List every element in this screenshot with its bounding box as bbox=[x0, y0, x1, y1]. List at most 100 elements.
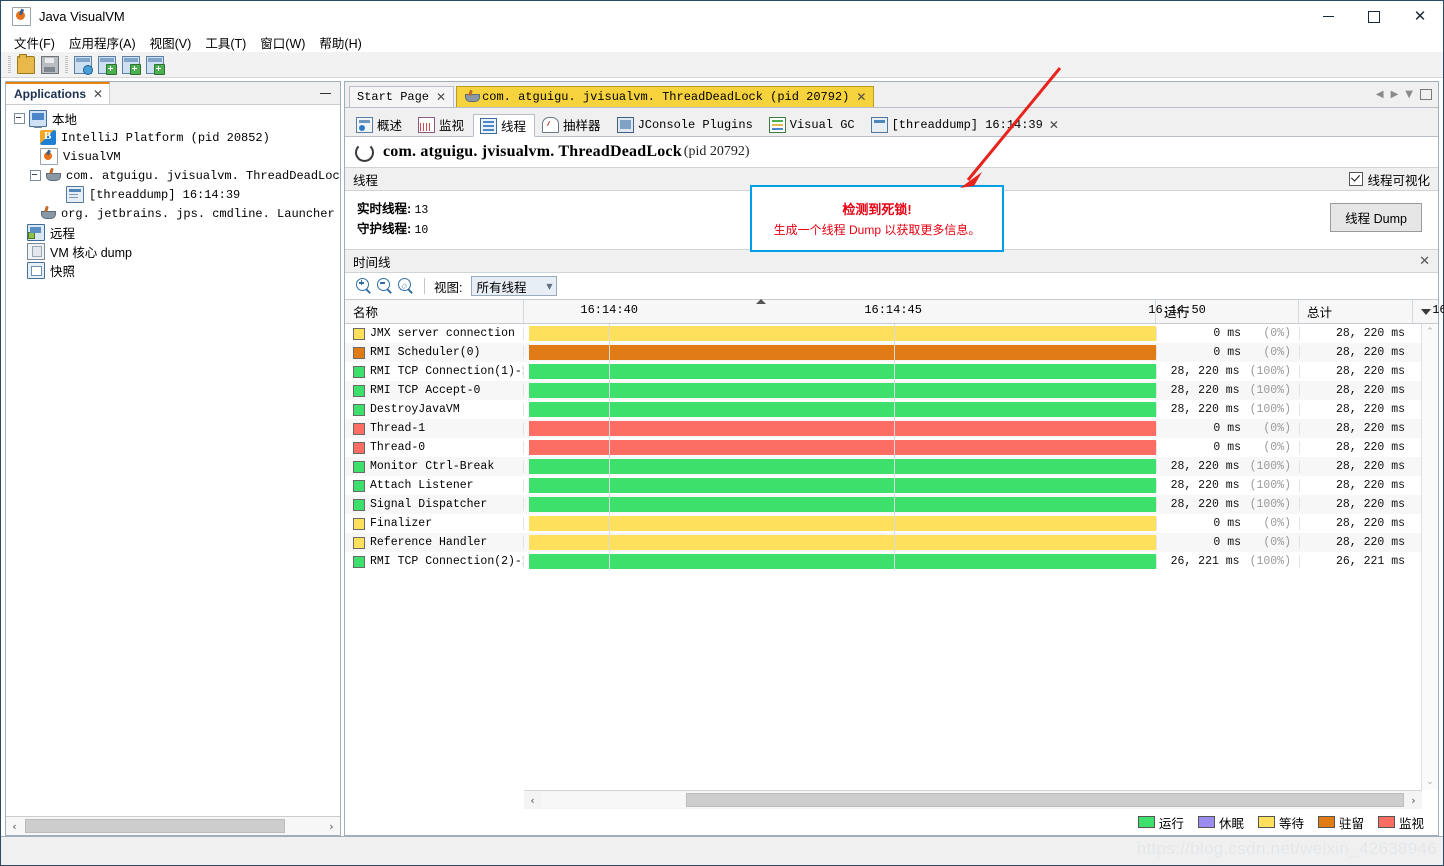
close-icon[interactable]: ✕ bbox=[93, 87, 103, 101]
run-time-value: 0 ms bbox=[1213, 346, 1241, 359]
table-row[interactable]: RMI Scheduler(0) 0 ms (0%) 28, 220 ms bbox=[345, 343, 1438, 362]
column-chooser-button[interactable] bbox=[1413, 300, 1438, 323]
close-icon[interactable]: ✕ bbox=[436, 90, 446, 104]
tree-item-visualvm[interactable]: VisualVM bbox=[12, 147, 340, 166]
tab-threaddeadlock[interactable]: com. atguigu. jvisualvm. ThreadDeadLock … bbox=[456, 86, 875, 107]
table-row[interactable]: Reference Handler 0 ms (0%) 28, 220 ms bbox=[345, 533, 1438, 552]
table-row[interactable]: Monitor Ctrl-Break 28, 220 ms (100%) 28, 22… bbox=[345, 457, 1438, 476]
table-row[interactable]: RMI TCP Connection(2)-172. 26, 221 ms (100… bbox=[345, 552, 1438, 571]
open-file-button[interactable] bbox=[15, 53, 37, 75]
tree-item-threaddump[interactable]: [threaddump] 16:14:39 bbox=[12, 185, 340, 204]
tab-visual-gc[interactable]: Visual GC bbox=[762, 113, 864, 136]
run-time-value: 0 ms bbox=[1213, 517, 1241, 530]
add-vm-coredump-button[interactable] bbox=[144, 54, 166, 75]
column-header-name[interactable]: 名称 bbox=[345, 300, 524, 323]
tree-item-snapshot[interactable]: 快照 bbox=[12, 261, 340, 280]
prev-tab-icon[interactable]: ◀ bbox=[1376, 89, 1384, 100]
scroll-track[interactable] bbox=[23, 818, 323, 834]
tab-start-page[interactable]: Start Page ✕ bbox=[349, 86, 455, 107]
menu-view[interactable]: 视图(V) bbox=[143, 31, 199, 54]
thread-state-swatch-icon bbox=[353, 460, 365, 473]
view-filter-select[interactable]: 所有线程 ▼ bbox=[471, 276, 558, 296]
thread-dump-button[interactable]: 线程 Dump bbox=[1330, 203, 1422, 232]
scroll-thumb[interactable] bbox=[686, 793, 1404, 807]
maximize-window-icon[interactable] bbox=[1420, 89, 1432, 100]
zoom-fit-icon[interactable]: ◇ bbox=[397, 277, 415, 295]
save-button[interactable] bbox=[39, 54, 61, 75]
table-row[interactable]: DestroyJavaVM 28, 220 ms (100%) 28, 220 ms bbox=[345, 400, 1438, 419]
tree-item-local[interactable]: 本地 bbox=[12, 109, 340, 128]
close-icon[interactable]: ✕ bbox=[1049, 118, 1059, 132]
tab-list-icon[interactable]: ▼ bbox=[1405, 89, 1413, 100]
table-vertical-scrollbar[interactable]: ⌃ ⌄ bbox=[1421, 324, 1438, 790]
close-icon[interactable]: ✕ bbox=[856, 90, 866, 104]
load-snapshot-button[interactable] bbox=[120, 54, 142, 75]
minimize-button[interactable] bbox=[1305, 1, 1351, 32]
close-button[interactable]: ✕ bbox=[1397, 1, 1443, 32]
table-row[interactable]: Finalizer 0 ms (0%) 28, 220 ms bbox=[345, 514, 1438, 533]
tab-overview[interactable]: 概述 bbox=[349, 113, 411, 136]
zoom-in-icon[interactable] bbox=[355, 277, 373, 295]
add-jmx-connection-button[interactable] bbox=[96, 54, 118, 75]
expand-toggle-icon[interactable] bbox=[14, 113, 25, 124]
tree-item-vm-coredump[interactable]: VM 核心 dump bbox=[12, 242, 340, 261]
cell-timeline bbox=[524, 324, 1156, 343]
scroll-track[interactable] bbox=[541, 792, 1405, 808]
run-time-percent: (0%) bbox=[1263, 422, 1291, 435]
tree-item-remote[interactable]: 远程 bbox=[12, 223, 340, 242]
table-row[interactable]: Thread-1 0 ms (0%) 28, 220 ms bbox=[345, 419, 1438, 438]
timeline-bar bbox=[529, 535, 1156, 550]
scroll-thumb[interactable] bbox=[25, 819, 285, 833]
add-remote-host-button[interactable] bbox=[72, 54, 94, 75]
thread-name-label: Thread-0 bbox=[370, 441, 426, 454]
thread-state-swatch-icon bbox=[353, 555, 365, 568]
legend-label: 等待 bbox=[1278, 816, 1304, 831]
expand-toggle-icon[interactable] bbox=[30, 170, 41, 181]
table-row[interactable]: Attach Listener 28, 220 ms (100%) 28, 220 m… bbox=[345, 476, 1438, 495]
scroll-right-icon[interactable]: › bbox=[323, 818, 340, 834]
tree-item-intellij-platform[interactable]: IntelliJ Platform (pid 20852) bbox=[12, 128, 340, 147]
cell-thread-name: Attach Listener bbox=[345, 479, 524, 492]
cell-thread-name: RMI TCP Connection(2)-172. bbox=[345, 555, 524, 568]
column-header-total[interactable]: 总计 bbox=[1299, 300, 1413, 323]
menu-applications[interactable]: 应用程序(A) bbox=[62, 31, 143, 54]
table-row[interactable]: Thread-0 0 ms (0%) 28, 220 ms bbox=[345, 438, 1438, 457]
scroll-left-icon[interactable]: ‹ bbox=[524, 792, 541, 808]
status-bar: https://blog.csdn.net/weixin_42638946 bbox=[1, 836, 1443, 865]
menu-window[interactable]: 窗口(W) bbox=[253, 31, 312, 54]
close-icon[interactable]: ✕ bbox=[1419, 254, 1430, 269]
minimize-panel-icon[interactable] bbox=[320, 92, 331, 94]
menu-help[interactable]: 帮助(H) bbox=[312, 31, 368, 54]
page-title: com. atguigu. jvisualvm. ThreadDeadLock bbox=[383, 143, 682, 160]
tree-item-threaddeadlock[interactable]: com. atguigu. jvisualvm. ThreadDeadLock … bbox=[12, 166, 340, 185]
tab-threaddump[interactable]: [threaddump] 16:14:39 ✕ bbox=[864, 113, 1068, 136]
visualize-threads-toggle[interactable]: 线程可视化 bbox=[1349, 170, 1430, 189]
column-header-run[interactable]: 运行 bbox=[1156, 300, 1299, 323]
tree-item-jps-launcher[interactable]: org. jetbrains. jps. cmdline. Launcher (… bbox=[12, 204, 340, 223]
table-row[interactable]: Signal Dispatcher 28, 220 ms (100%) 28, 220… bbox=[345, 495, 1438, 514]
timeline-bar bbox=[529, 364, 1156, 379]
menu-file[interactable]: 文件(F) bbox=[7, 31, 62, 54]
cell-total-time: 28, 220 ms bbox=[1299, 536, 1413, 549]
table-row[interactable]: RMI TCP Connection(1)-172. 28, 220 ms (100… bbox=[345, 362, 1438, 381]
tab-applications[interactable]: Applications ✕ bbox=[6, 82, 111, 104]
table-row[interactable]: JMX server connection time 0 ms (0%) 28, 22… bbox=[345, 324, 1438, 343]
sidebar-horizontal-scrollbar[interactable]: ‹ › bbox=[6, 816, 340, 835]
tab-jconsole-plugins[interactable]: JConsole Plugins bbox=[610, 113, 762, 136]
maximize-button[interactable] bbox=[1351, 1, 1397, 32]
checkbox-icon[interactable] bbox=[1349, 172, 1364, 186]
scroll-up-icon[interactable]: ⌃ bbox=[1426, 324, 1434, 340]
scroll-right-icon[interactable]: › bbox=[1405, 792, 1422, 808]
table-row[interactable]: RMI TCP Accept-0 28, 220 ms (100%) 28, 220 … bbox=[345, 381, 1438, 400]
table-horizontal-scrollbar[interactable]: ‹ › bbox=[524, 790, 1422, 809]
tab-monitor[interactable]: 监视 bbox=[411, 113, 473, 136]
scroll-left-icon[interactable]: ‹ bbox=[6, 818, 23, 834]
tab-sampler[interactable]: 抽样器 bbox=[535, 113, 610, 136]
tab-threads[interactable]: 线程 bbox=[473, 114, 536, 137]
scroll-down-icon[interactable]: ⌄ bbox=[1426, 774, 1434, 790]
next-tab-icon[interactable]: ▶ bbox=[1391, 89, 1399, 100]
column-header-timeline[interactable]: 16:14:40 16:14:45 16:14:50 16:14:55 bbox=[524, 299, 1444, 323]
menu-tools[interactable]: 工具(T) bbox=[198, 31, 253, 54]
thread-name-label: Signal Dispatcher bbox=[370, 498, 488, 511]
zoom-out-icon[interactable] bbox=[376, 277, 394, 295]
